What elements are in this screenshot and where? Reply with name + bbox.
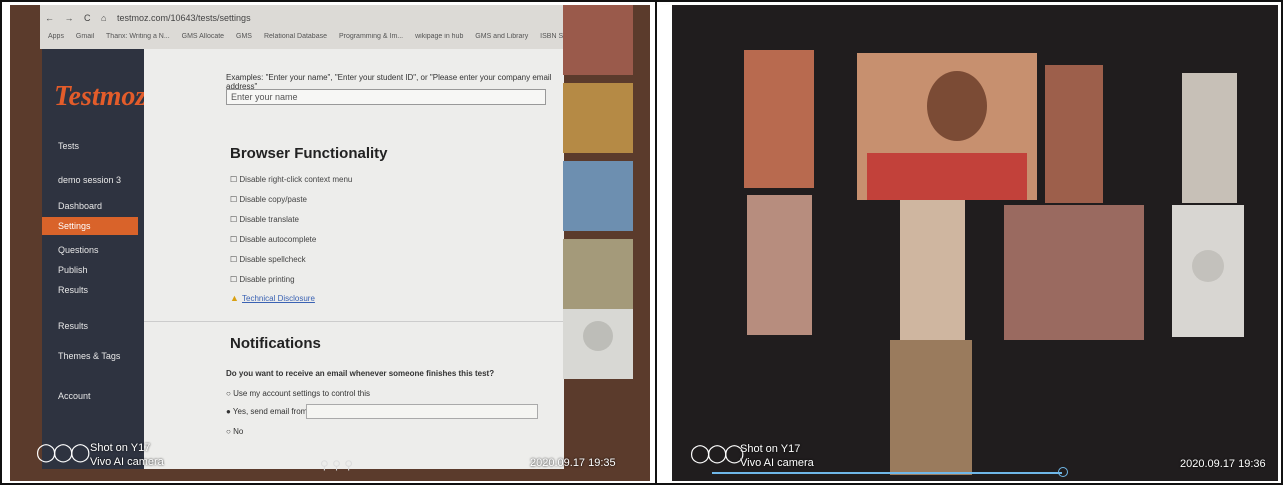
sidebar-item-test-name[interactable]: demo session 3 (58, 175, 121, 185)
left-photo: ← → C ⌂ testmoz.com/10643/tests/settings… (10, 5, 650, 481)
timestamp-text: 2020.09.17 19:36 (1180, 458, 1266, 470)
bookmark-item[interactable]: Thanx: Writing a N... (106, 33, 170, 40)
participant-shirt (867, 153, 1027, 200)
bookmark-item[interactable]: Apps (48, 33, 64, 40)
notify-option-account[interactable]: ○ Use my account settings to control thi… (226, 389, 370, 398)
notify-option-account-label: Use my account settings to control this (233, 389, 371, 398)
bookmark-item[interactable]: GMS Allocate (182, 33, 224, 40)
browser-chrome: ← → C ⌂ testmoz.com/10643/tests/settings… (40, 5, 630, 49)
checkbox-disable-copy-paste[interactable]: Disable copy/paste (230, 195, 307, 204)
notify-option-no[interactable]: ○ No (226, 427, 243, 436)
sidebar-item-themes-tags[interactable]: Themes & Tags (58, 351, 120, 361)
checkbox-disable-printing[interactable]: Disable printing (230, 275, 294, 284)
camera-text: Vivo AI camera (740, 457, 814, 469)
participant-face (927, 71, 987, 141)
timestamp-text: 2020.09.17 19:35 (530, 457, 616, 469)
avatar-icon (583, 321, 613, 351)
testmoz-logo: Testmoz (54, 81, 147, 112)
participant-video (563, 5, 633, 75)
reload-icon[interactable]: C (84, 13, 91, 23)
notify-option-yes[interactable]: ● Yes, send email from to (226, 407, 316, 416)
participant-video (890, 340, 972, 475)
bookmark-item[interactable]: wikipage in hub (415, 33, 463, 40)
sidebar-item-publish[interactable]: Publish (58, 265, 88, 275)
bookmark-item[interactable]: Programming & Im... (339, 33, 403, 40)
sidebar-item-dashboard[interactable]: Dashboard (58, 201, 102, 211)
sidebar-item-tests[interactable]: Tests (58, 141, 79, 151)
participant-video (747, 195, 812, 335)
participant-video (744, 50, 814, 188)
bookmark-item[interactable]: GMS (236, 33, 252, 40)
checkbox-disable-right-click[interactable]: Disable right-click context menu (230, 175, 352, 184)
shot-on-text: Shot on Y17 (90, 442, 151, 454)
bookmark-item[interactable]: Gmail (76, 33, 94, 40)
checkbox-disable-spellcheck[interactable]: Disable spellcheck (230, 255, 305, 264)
notify-option-yes-label: Yes, send email from to (232, 407, 317, 416)
notify-email-field[interactable] (306, 404, 538, 419)
back-icon[interactable]: ← (45, 13, 54, 23)
taskbar-icons: ⚲ ⚲ ⚲ (320, 458, 354, 472)
checkbox-disable-autocomplete[interactable]: Disable autocomplete (230, 235, 316, 244)
section-divider (144, 321, 564, 322)
participant-video (563, 161, 633, 231)
notifications-heading: Notifications (230, 335, 321, 352)
camera-watermark-icon: ◯◯◯ (36, 442, 90, 462)
camera-watermark-icon: ◯◯◯ (690, 443, 744, 463)
participant-video (900, 200, 965, 340)
progress-handle[interactable] (1058, 467, 1068, 477)
right-photo: ◯◯◯ Shot on Y17 Vivo AI camera 2020.09.1… (672, 5, 1278, 481)
participant-video (857, 53, 1037, 200)
sidebar-item-results-2[interactable]: Results (58, 321, 88, 331)
participant-video (1004, 205, 1144, 340)
technical-disclosure-link[interactable]: Technical Disclosure (242, 294, 315, 303)
notify-option-no-label: No (233, 427, 244, 436)
bookmark-item[interactable]: GMS and Library (475, 33, 528, 40)
participant-video-avatar (1172, 205, 1244, 337)
participant-video (563, 83, 633, 153)
video-participant-strip (563, 5, 635, 379)
home-icon[interactable]: ⌂ (101, 13, 106, 23)
bookmarks-bar: Apps Gmail Thanx: Writing a N... GMS All… (48, 33, 618, 45)
camera-text: Vivo AI camera (90, 456, 164, 468)
avatar-icon (1192, 250, 1224, 282)
notification-question: Do you want to receive an email whenever… (226, 369, 495, 378)
sidebar-item-questions[interactable]: Questions (58, 245, 99, 255)
participant-video-avatar (563, 309, 633, 379)
name-field[interactable]: Enter your name (226, 89, 546, 105)
checkbox-disable-translate[interactable]: Disable translate (230, 215, 299, 224)
forward-icon[interactable]: → (65, 13, 74, 23)
participant-video (563, 239, 633, 309)
browser-functionality-heading: Browser Functionality (230, 145, 388, 162)
settings-content: Examples: "Enter your name", "Enter your… (144, 49, 564, 469)
video-progress-bar[interactable] (712, 472, 1062, 474)
shot-on-text: Shot on Y17 (740, 443, 801, 455)
address-bar[interactable]: ← → C ⌂ testmoz.com/10643/tests/settings (45, 13, 605, 29)
testmoz-sidebar: Testmoz Tests demo session 3 Dashboard S… (42, 49, 147, 469)
warning-icon: ▲ (230, 293, 239, 303)
participant-video (1045, 65, 1103, 203)
sidebar-item-results[interactable]: Results (58, 285, 88, 295)
bookmark-item[interactable]: Relational Database (264, 33, 327, 40)
sidebar-item-settings[interactable]: Settings (42, 217, 138, 235)
participant-video (1182, 73, 1237, 203)
panel-divider (655, 0, 657, 485)
url-text[interactable]: testmoz.com/10643/tests/settings (117, 13, 251, 23)
sidebar-item-account[interactable]: Account (58, 391, 91, 401)
